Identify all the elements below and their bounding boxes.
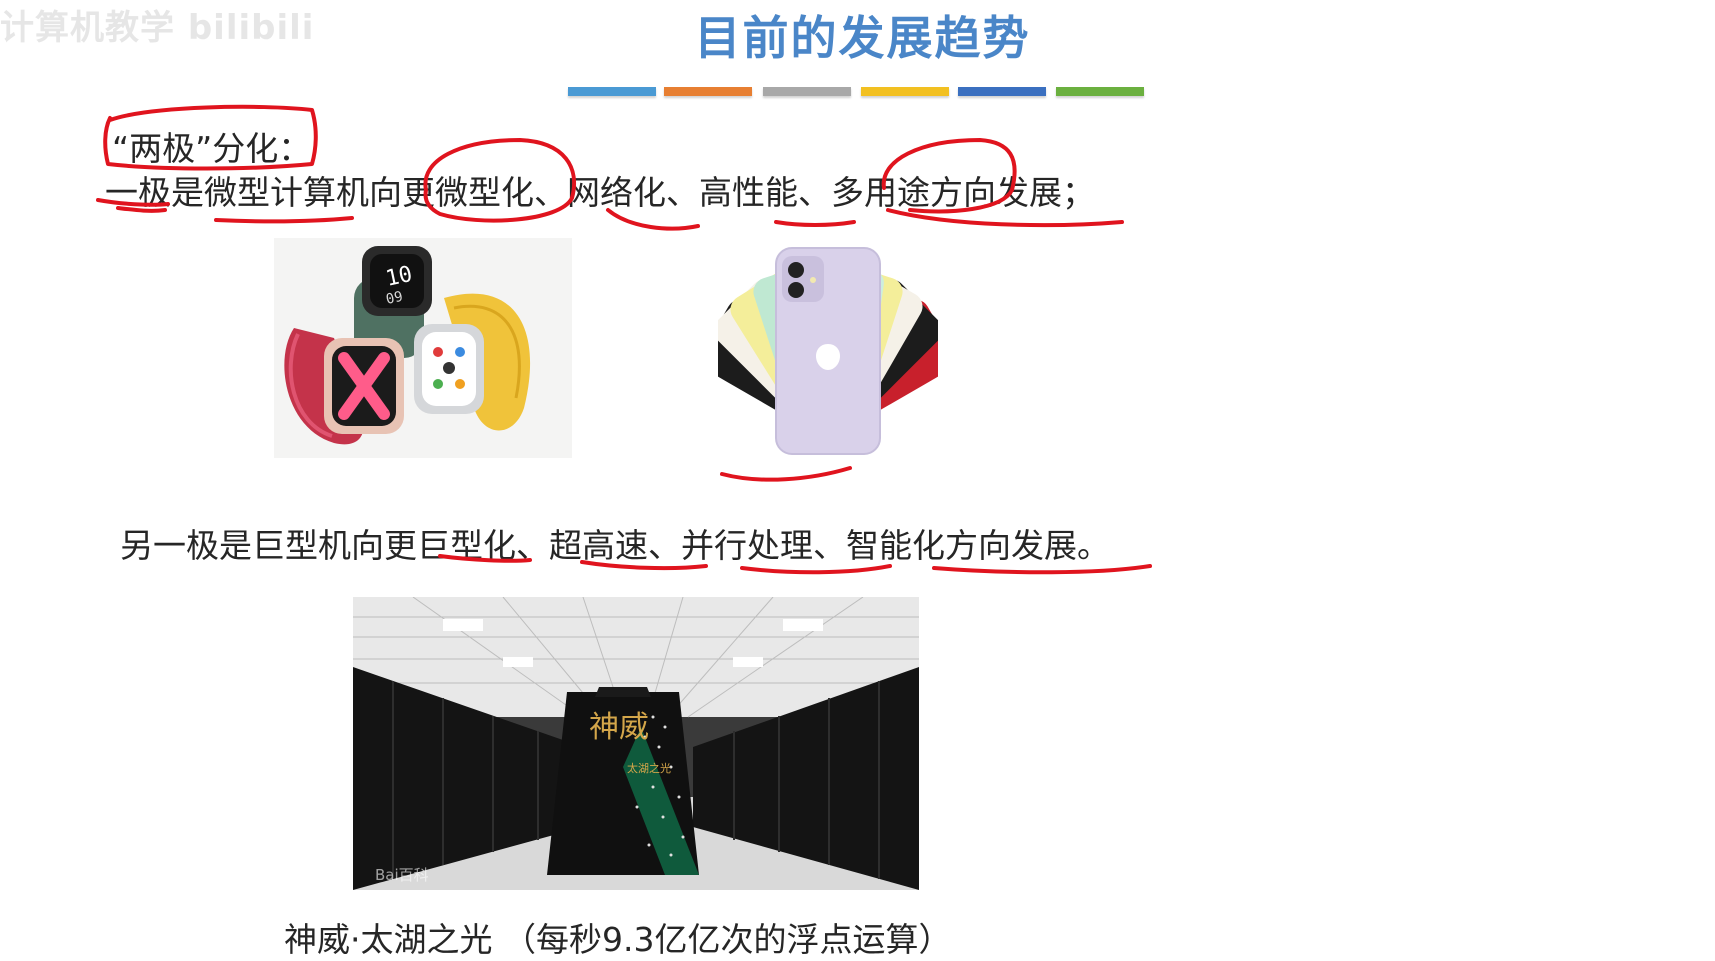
iphone-photo <box>718 244 938 462</box>
apple-watch-photo: 10 09 <box>274 238 572 458</box>
divider-bar-darkblue <box>958 87 1046 96</box>
divider-bar-green <box>1056 87 1144 96</box>
underline-mark <box>720 466 852 482</box>
supercomputer-illustration: 神威 太湖之光 Bai百科 <box>353 597 919 890</box>
shenwei-sign-sub: 太湖之光 <box>627 761 671 775</box>
divider-bar-gray <box>763 87 851 96</box>
underline-mark <box>214 216 354 224</box>
baidu-watermark: Bai百科 <box>375 866 429 884</box>
divider-bar-blue <box>568 87 656 96</box>
divider-bar-orange <box>664 87 752 96</box>
two-poles-heading: “两极”分化： <box>112 129 312 168</box>
micro-computer-trend: 一极是微型计算机向更微型化、网络化、高性能、多用途方向发展； <box>105 173 1095 212</box>
supercomputer-caption: 神威·太湖之光 （每秒9.3亿亿次的浮点运算） <box>284 920 952 959</box>
supercomputer-photo: 神威 太湖之光 Bai百科 <box>353 597 919 890</box>
underline-mark <box>774 220 856 227</box>
apple-watch-illustration: 10 09 <box>284 246 531 445</box>
super-computer-trend: 另一极是巨型机向更巨型化、超高速、并行处理、智能化方向发展。 <box>120 526 1110 565</box>
divider-bar-yellow <box>861 87 949 96</box>
iphone-illustration <box>718 247 938 455</box>
shenwei-sign-main: 神威 <box>589 710 649 745</box>
slide-title: 目前的发展趋势 <box>694 11 1031 65</box>
